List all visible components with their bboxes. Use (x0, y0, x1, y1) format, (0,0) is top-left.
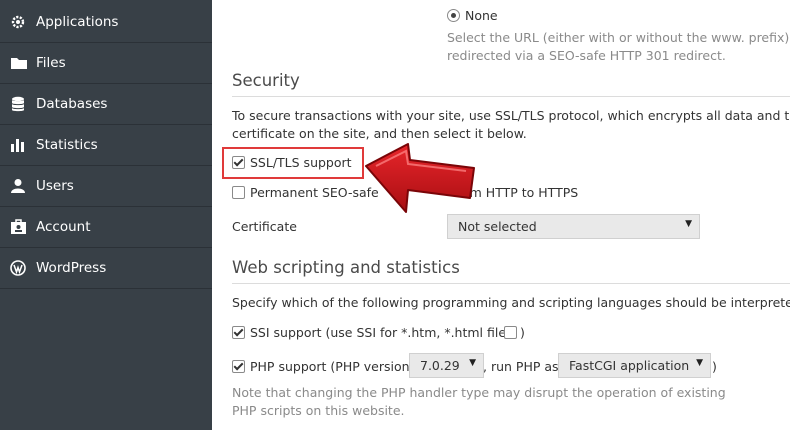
sidebar-item-statistics[interactable]: Statistics (0, 125, 212, 166)
sidebar-item-account[interactable]: Account (0, 207, 212, 248)
folder-icon (10, 55, 28, 71)
gear-icon (10, 14, 28, 30)
red-arrow-annotation (365, 143, 475, 213)
redirect-none-label: None (465, 8, 498, 23)
redirect-none-radio[interactable] (447, 9, 460, 22)
ssl-support-label: SSL/TLS support (250, 155, 352, 170)
php-handler-note: PHP scripts on this website. (232, 403, 405, 418)
account-icon (10, 219, 28, 235)
web-scripting-section-title: Web scripting and statistics (232, 258, 460, 277)
chevron-down-icon: ▼ (469, 358, 476, 368)
php-version-value: 7.0.29 (420, 358, 460, 373)
ssi-html-checkbox[interactable] (504, 326, 517, 339)
sidebar-item-label: Statistics (36, 137, 98, 153)
wordpress-icon (10, 260, 28, 276)
section-divider (232, 96, 790, 97)
php-paren-close: ) (712, 359, 717, 374)
security-section-title: Security (232, 71, 300, 90)
ssi-support-label: SSI support (use SSI for *.htm, *.html f… (250, 325, 513, 340)
sidebar-item-applications[interactable]: Applications (0, 2, 212, 43)
redirect-note: redirected via a SEO-safe HTTP 301 redir… (447, 48, 726, 63)
sidebar-item-wordpress[interactable]: WordPress (0, 248, 212, 289)
ssi-support-checkbox[interactable] (232, 326, 245, 339)
sidebar-item-databases[interactable]: Databases (0, 84, 212, 125)
database-icon (10, 96, 28, 112)
php-support-label: PHP support (PHP version (250, 359, 410, 374)
php-support-checkbox[interactable] (232, 360, 245, 373)
https-redirect-label: Permanent SEO-safe (250, 185, 379, 200)
sidebar-item-label: Applications (36, 14, 119, 30)
php-run-as-label: , run PHP as (483, 359, 559, 374)
chevron-down-icon: ▼ (696, 358, 703, 368)
sidebar-item-label: Databases (36, 96, 108, 112)
certificate-select-value: Not selected (458, 219, 537, 234)
php-handler-value: FastCGI application (569, 358, 690, 373)
sidebar-item-files[interactable]: Files (0, 43, 212, 84)
sidebar-item-label: WordPress (36, 260, 107, 276)
php-version-select[interactable]: 7.0.29 ▼ (409, 353, 484, 378)
security-description: To secure transactions with your site, u… (232, 108, 790, 123)
php-handler-note: Note that changing the PHP handler type … (232, 385, 726, 400)
php-handler-select[interactable]: FastCGI application ▼ (558, 353, 711, 378)
certificate-select[interactable]: Not selected ▼ (447, 214, 700, 239)
web-scripting-description: Specify which of the following programmi… (232, 295, 790, 310)
sidebar-item-label: Users (36, 178, 74, 194)
sidebar-item-label: Files (36, 55, 66, 71)
sidebar-item-label: Account (36, 219, 91, 235)
bar-chart-icon (10, 137, 28, 153)
ssi-paren-close: ) (520, 325, 525, 340)
sidebar-item-users[interactable]: Users (0, 166, 212, 207)
main-content: None Select the URL (either with or with… (212, 0, 790, 430)
ssl-support-checkbox[interactable] (232, 156, 245, 169)
sidebar: Applications Files Databases Statistics … (0, 0, 212, 430)
chevron-down-icon: ▼ (685, 219, 692, 229)
redirect-note: Select the URL (either with or without t… (447, 30, 790, 45)
user-icon (10, 178, 28, 194)
certificate-label: Certificate (232, 219, 297, 234)
https-redirect-checkbox[interactable] (232, 186, 245, 199)
section-divider (232, 283, 790, 284)
